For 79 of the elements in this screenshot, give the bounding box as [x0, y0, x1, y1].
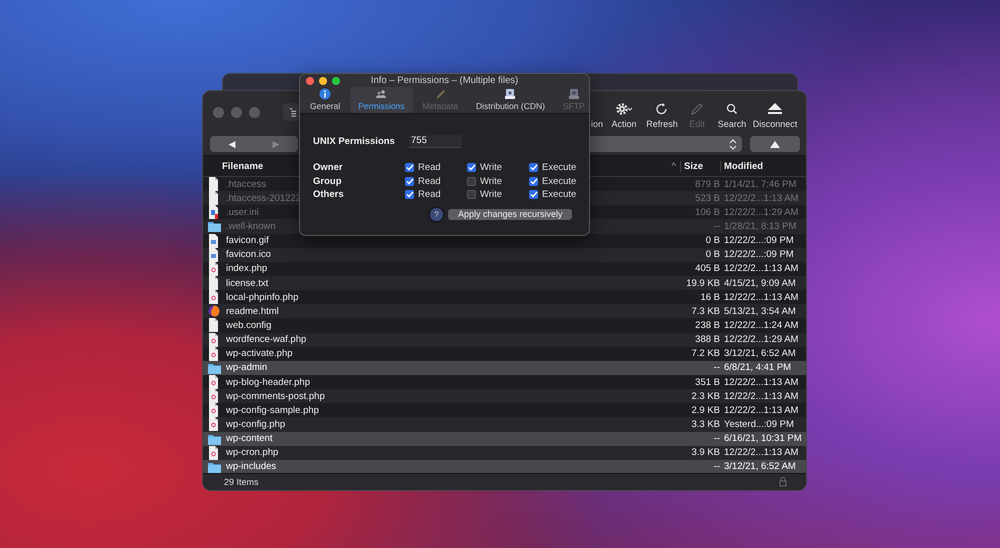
file-name: readme.html: [226, 306, 279, 317]
checkbox-label: Execute: [542, 162, 576, 174]
file-size: 879 B: [694, 178, 720, 190]
file-size: 16 B: [699, 292, 720, 303]
modified-date: 6/16/21, 10:31 PM: [723, 433, 803, 444]
file-size: --: [712, 433, 720, 444]
modified-date: 12/22/2...1:29 AM: [723, 206, 800, 218]
file-size: 7.2 KB: [690, 348, 720, 360]
file-name: .user.ini: [226, 206, 259, 218]
file-name: .well-known: [226, 220, 276, 232]
file-size: 3.9 KB: [690, 447, 720, 458]
item-count: 29 Items: [224, 477, 260, 487]
modified-date: 12/22/2...1:13 AM: [723, 390, 800, 402]
checkbox-label: Execute: [542, 189, 576, 200]
modified-date: 12/22/2...1:13 AM: [723, 263, 800, 274]
checkbox-label: Write: [480, 162, 502, 174]
file-name: .htaccess: [226, 178, 266, 190]
file-size: 351 B: [694, 376, 720, 388]
modified-date: 12/22/2...1:13 AM: [723, 376, 800, 388]
file-name: wp-config-sample.php: [226, 404, 319, 416]
checkbox-label: Read: [418, 189, 441, 200]
modified-date: Yesterd...:09 PM: [723, 418, 795, 430]
modified-date: 12/22/2...:09 PM: [723, 235, 795, 246]
checkbox-label: Write: [480, 176, 502, 187]
file-size: --: [712, 362, 720, 374]
file-size: 106 B: [694, 206, 720, 218]
modified-date: 5/13/21, 3:54 AM: [723, 306, 797, 317]
modified-date: 6/8/21, 4:41 PM: [723, 362, 792, 374]
permission-group-label: Others: [313, 189, 345, 200]
file-name: license.txt: [226, 278, 268, 289]
modified-date: 12/22/2...:09 PM: [723, 249, 795, 260]
file-name: web.config: [226, 320, 272, 331]
file-size: 2.3 KB: [690, 390, 720, 402]
file-name: favicon.gif: [226, 235, 269, 246]
modified-date: 3/12/21, 6:52 AM: [723, 348, 797, 360]
file-size: 19.9 KB: [685, 278, 720, 289]
file-size: 405 B: [694, 263, 720, 274]
file-size: 388 B: [694, 334, 720, 346]
file-name: wp-activate.php: [226, 348, 293, 360]
modified-date: 4/15/21, 9:09 AM: [723, 278, 797, 289]
checkbox-label: Execute: [542, 176, 576, 187]
modified-date: 12/22/2...1:29 AM: [723, 334, 800, 346]
file-size: 0 B: [704, 249, 720, 260]
modified-date: 12/22/2...1:24 AM: [723, 320, 800, 331]
file-name: local-phpinfo.php: [226, 292, 298, 303]
file-name: wordfence-waf.php: [226, 334, 306, 346]
checkbox-label: Read: [418, 176, 441, 187]
sort-caret-icon: ^: [672, 160, 676, 172]
modified-date: 12/22/2...1:13 AM: [723, 404, 800, 416]
file-name: wp-content: [226, 433, 272, 444]
modified-date: 12/22/2...1:13 AM: [723, 192, 800, 204]
file-size: 2.9 KB: [690, 404, 720, 416]
checkbox-label: Read: [418, 162, 441, 174]
file-size: --: [712, 220, 720, 232]
modified-date: 3/12/21, 6:52 AM: [723, 461, 797, 472]
modified-date: 1/28/21, 8:13 PM: [723, 220, 798, 232]
file-name: favicon.ico: [226, 249, 271, 260]
file-size: --: [712, 461, 720, 472]
file-size: 7.3 KB: [690, 306, 720, 317]
file-size: 523 B: [694, 192, 720, 204]
modified-date: 12/22/2...1:13 AM: [723, 292, 800, 303]
file-name: wp-blog-header.php: [226, 376, 310, 388]
file-name: wp-includes: [226, 461, 276, 472]
panel-title: Info – Permissions – (Multiple files): [370, 75, 518, 86]
modified-date: 1/14/21, 7:46 PM: [723, 178, 798, 190]
file-name: wp-admin: [226, 362, 268, 374]
checkbox-label: Write: [480, 189, 502, 200]
file-size: 238 B: [694, 320, 720, 331]
file-size: 3.3 KB: [690, 418, 720, 430]
file-name: index.php: [226, 263, 268, 274]
field-label: UNIX Permissions: [313, 136, 396, 146]
file-name: wp-config.php: [226, 418, 286, 430]
file-name: wp-cron.php: [226, 447, 278, 458]
permission-group-label: Group: [313, 176, 342, 187]
file-size: 0 B: [704, 235, 720, 246]
modified-date: 12/22/2...1:13 AM: [723, 447, 800, 458]
file-name: .htaccess-201222: [226, 192, 301, 204]
permission-group-label: Owner: [313, 162, 344, 174]
file-name: wp-comments-post.php: [226, 390, 325, 402]
